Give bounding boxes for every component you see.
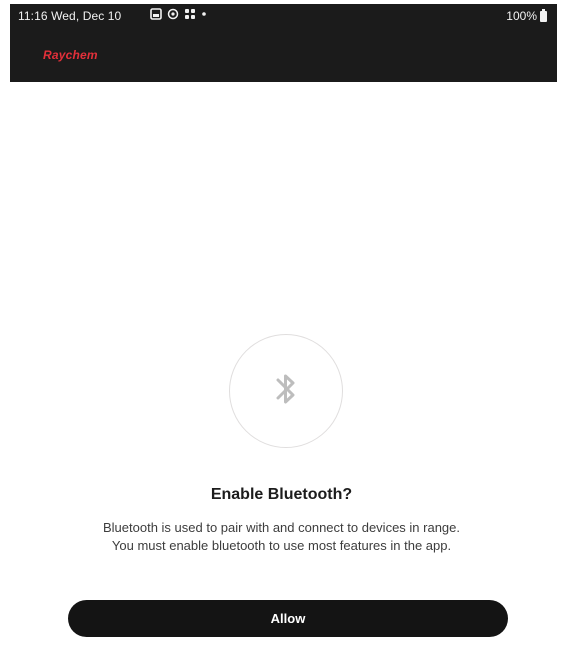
sync-icon [167, 8, 179, 20]
status-time-date: 11:16 Wed, Dec 10 [18, 9, 122, 23]
notification-dot-icon [201, 8, 207, 20]
allow-button[interactable]: Allow [68, 600, 508, 637]
gallery-icon [150, 8, 162, 20]
dialog-description-line-2: You must enable bluetooth to use most fe… [111, 538, 452, 553]
dialog-description: Bluetooth is used to pair with and conne… [30, 519, 533, 555]
brand-logo: Raychem [43, 48, 98, 62]
battery-status: 100% [506, 8, 547, 23]
status-icons [150, 8, 207, 20]
bluetooth-icon-circle [229, 334, 343, 448]
apps-grid-icon [184, 8, 196, 20]
bluetooth-icon [273, 370, 299, 413]
app-header: 11:16 Wed, Dec 10 100% Raychem [10, 4, 557, 82]
status-bar: 11:16 Wed, Dec 10 100% [10, 4, 557, 30]
battery-level: 100% [506, 9, 537, 23]
dialog-description-line-1: Bluetooth is used to pair with and conne… [103, 520, 460, 535]
battery-icon [540, 8, 547, 22]
dialog-title: Enable Bluetooth? [210, 486, 353, 503]
